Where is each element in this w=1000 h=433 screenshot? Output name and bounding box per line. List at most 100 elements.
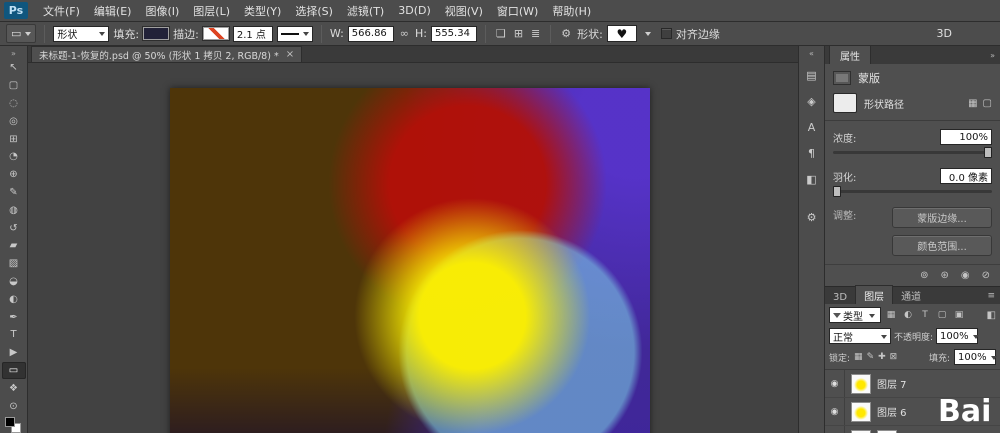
healing-brush-tool[interactable]: ⊕ [2,166,26,184]
vector-mask-button[interactable]: ▢ [983,98,992,109]
stroke-color-swatch[interactable] [203,27,229,40]
feather-slider-knob[interactable] [833,186,841,197]
menu-window[interactable]: 窗口(W) [490,3,545,19]
tab-3d[interactable]: 3D [825,290,855,304]
tool-preset-picker[interactable]: ▭ [6,24,36,43]
character-panel-icon[interactable]: A [802,119,822,136]
pixel-mask-button[interactable]: ▦ [968,98,977,109]
layer-thumbnail[interactable] [851,402,871,422]
width-input[interactable]: 566.86 [348,26,394,42]
lock-pixels-icon[interactable]: ✎ [867,352,875,362]
foreground-color-chip[interactable] [5,417,15,427]
feather-slider[interactable] [833,190,992,193]
link-dimensions-icon[interactable]: ∞ [398,27,411,40]
path-alignment-icon[interactable]: ⊞ [512,27,525,40]
filter-smart-object-icon[interactable]: ▣ [952,308,966,322]
layer-filter-select[interactable]: 类型 [829,307,881,323]
height-input[interactable]: 555.34 [431,26,477,42]
layer-visibility-eye-icon[interactable]: ◉ [825,426,845,433]
path-operations-icon[interactable]: ❏ [494,27,508,40]
menu-help[interactable]: 帮助(H) [545,3,598,19]
apply-mask-icon[interactable]: ⊛ [940,270,948,281]
quick-select-tool[interactable]: ◎ [2,112,26,130]
color-range-button[interactable]: 颜色范围... [892,235,992,256]
menu-file[interactable]: 文件(F) [36,3,87,19]
document-tab[interactable]: 未标题-1-恢复的.psd @ 50% (形状 1 拷贝 2, RGB/8) *… [31,46,302,62]
clone-stamp-tool[interactable]: ◍ [2,201,26,219]
custom-shape-picker[interactable]: ♥ [607,25,637,42]
history-brush-tool[interactable]: ↺ [2,219,26,237]
delete-mask-icon[interactable]: ⊘ [982,270,990,281]
tab-channels[interactable]: 通道 [893,286,929,304]
mask-edge-button[interactable]: 蒙版边缘... [892,207,992,228]
fill-color-swatch[interactable] [143,27,169,40]
menu-3d[interactable]: 3D(D) [391,4,438,17]
feather-input[interactable]: 0.0 像素 [940,168,992,184]
tool-mode-select[interactable]: 形状 [53,26,109,42]
layer-visibility-eye-icon[interactable]: ◉ [825,370,845,397]
blend-mode-select[interactable]: 正常 [829,328,891,344]
density-slider[interactable] [833,151,992,154]
gradient-tool[interactable]: ▨ [2,255,26,273]
crop-tool[interactable]: ⊞ [2,130,26,148]
lock-transparency-icon[interactable]: ▦ [854,352,863,362]
paragraph-panel-icon[interactable]: ¶ [802,145,822,162]
layer-thumbnail[interactable] [851,374,871,394]
filter-adjustment-icon[interactable]: ◐ [901,308,915,322]
hand-tool[interactable]: ❖ [2,379,26,397]
adjustments-panel-icon[interactable]: ◧ [802,171,822,188]
stroke-width-input[interactable]: 2.1 点 [233,26,273,42]
opacity-input[interactable]: 100% [936,328,978,344]
filter-toggle-icon[interactable]: ◧ [987,310,996,321]
collapse-tools-icon[interactable]: » [11,48,16,59]
layer-thumbnail[interactable] [851,430,871,433]
eraser-tool[interactable]: ▰ [2,237,26,255]
filter-type-icon[interactable]: T [918,308,932,322]
canvas-area[interactable] [28,63,798,433]
blur-tool[interactable]: ◒ [2,273,26,291]
gear-icon[interactable]: ⚙ [559,27,573,40]
mask-visibility-icon[interactable]: ◉ [961,270,970,281]
close-tab-icon[interactable]: × [286,49,294,60]
layer-mask-thumbnail[interactable] [877,430,897,433]
layer-name[interactable]: 图层 6 [877,404,907,419]
type-tool[interactable]: T [2,326,26,344]
eyedropper-tool[interactable]: ◔ [2,148,26,166]
shape-tool[interactable]: ▭ [2,362,26,380]
menu-layer[interactable]: 图层(L) [186,3,237,19]
dodge-tool[interactable]: ◐ [2,290,26,308]
brush-tool[interactable]: ✎ [2,184,26,202]
marquee-tool[interactable]: ▢ [2,77,26,95]
menu-select[interactable]: 选择(S) [288,3,340,19]
menu-type[interactable]: 类型(Y) [237,3,288,19]
layer-name[interactable]: 图层 7 [877,376,907,391]
brush-presets-panel-icon[interactable]: ◈ [802,93,822,110]
align-edges-checkbox[interactable] [661,28,672,39]
shape-path-thumbnail[interactable] [833,93,857,113]
workspace-3d-button[interactable]: 3D [937,27,952,40]
history-panel-icon[interactable]: ▤ [802,67,822,84]
menu-filter[interactable]: 滤镜(T) [340,3,391,19]
lasso-tool[interactable]: ◌ [2,95,26,113]
zoom-tool[interactable]: ⊙ [2,397,26,415]
load-selection-icon[interactable]: ⊚ [920,270,928,281]
density-slider-knob[interactable] [984,147,992,158]
expand-panels-icon[interactable]: « [809,49,814,58]
path-arrange-icon[interactable]: ≣ [529,27,542,40]
menu-image[interactable]: 图像(I) [138,3,186,19]
panel-menu-icon[interactable]: ≡ [987,291,1000,301]
stroke-style-select[interactable] [277,26,313,42]
layer-visibility-eye-icon[interactable]: ◉ [825,398,845,425]
pen-tool[interactable]: ✒ [2,308,26,326]
tab-properties[interactable]: 属性 [829,46,871,64]
collapse-panel-icon[interactable]: » [990,51,1000,60]
document-canvas[interactable] [170,88,650,433]
density-input[interactable]: 100% [940,129,992,145]
move-tool[interactable]: ↖ [2,59,26,77]
filter-pixel-icon[interactable]: ▦ [884,308,898,322]
tool-presets-panel-icon[interactable]: ⚙ [802,209,822,226]
menu-view[interactable]: 视图(V) [438,3,490,19]
color-chips[interactable] [5,417,23,433]
lock-all-icon[interactable]: ⊠ [890,352,898,362]
path-select-tool[interactable]: ▶ [2,344,26,362]
